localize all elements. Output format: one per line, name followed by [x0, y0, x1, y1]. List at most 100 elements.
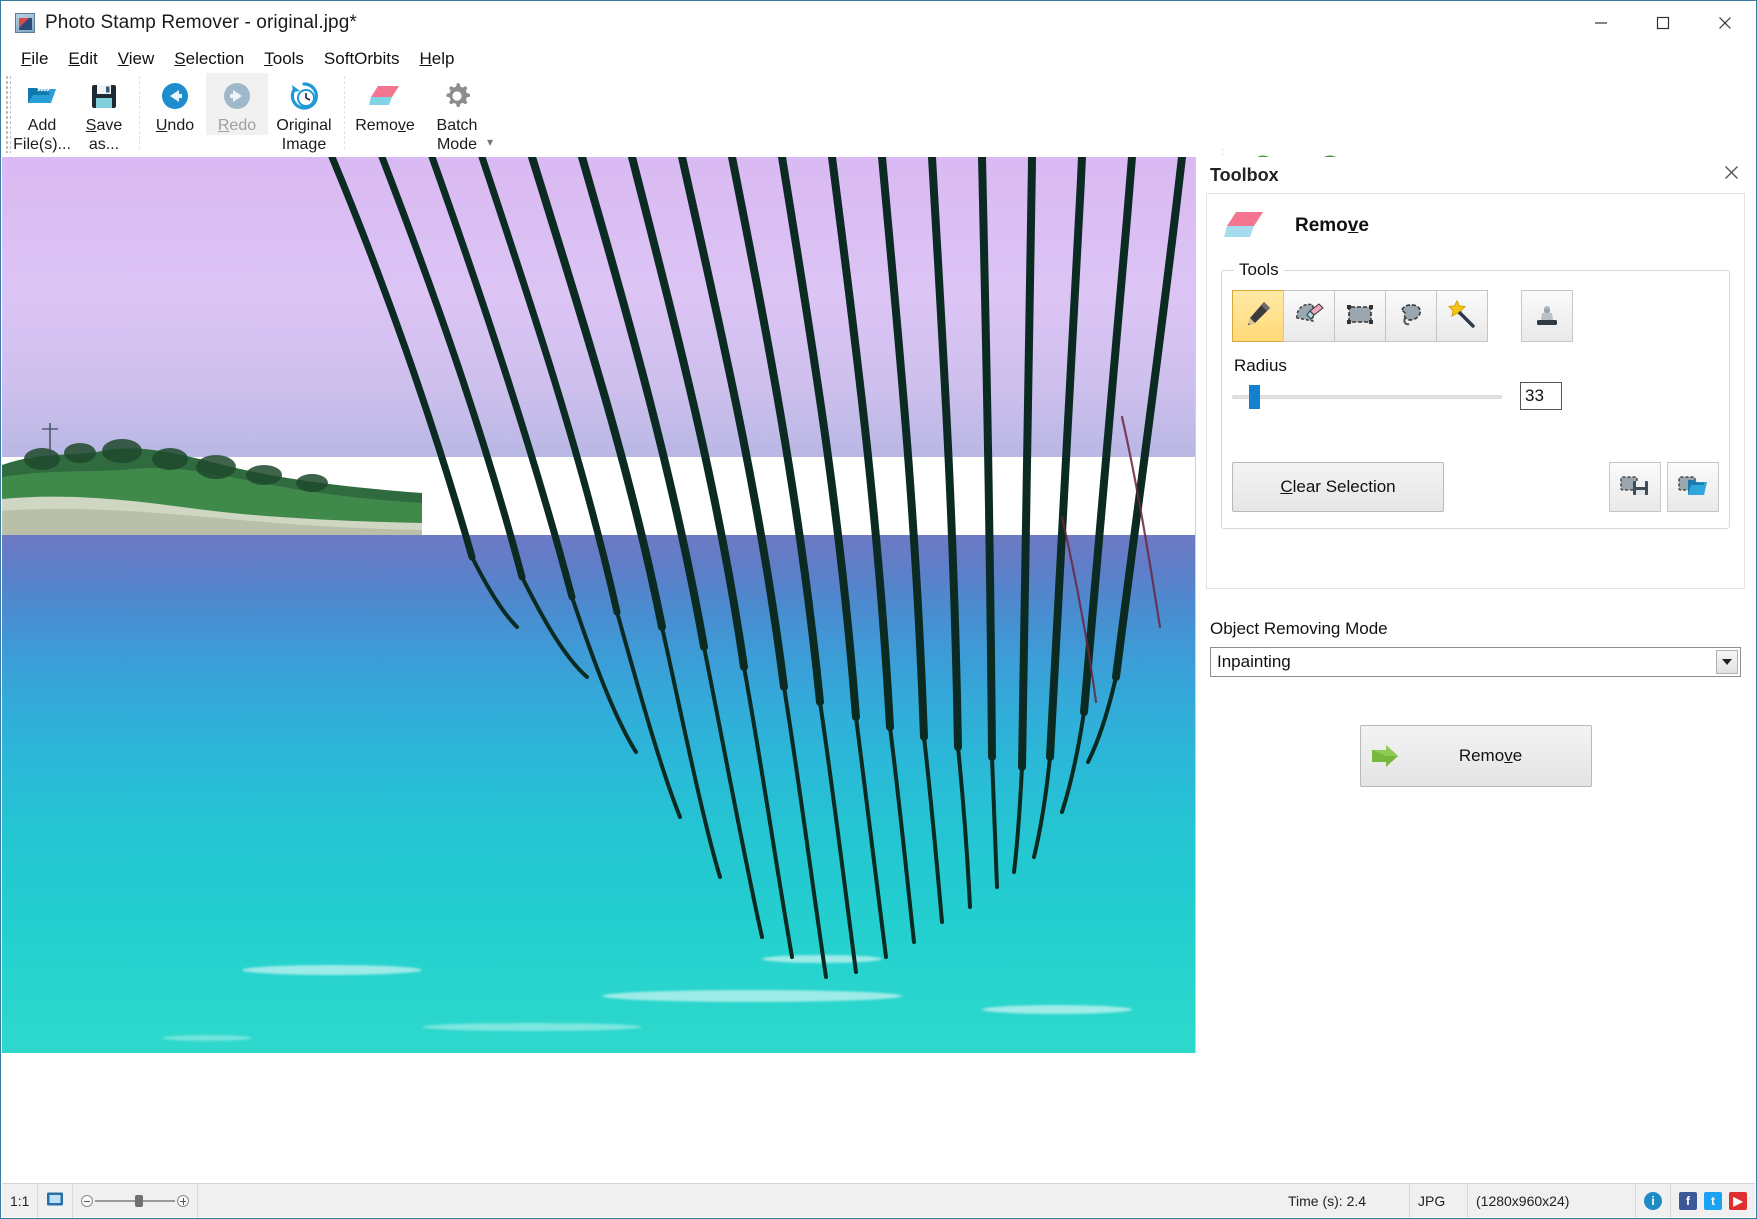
gear-icon: [442, 79, 472, 113]
remove-button[interactable]: Remove: [349, 73, 421, 135]
format-cell: JPG: [1410, 1183, 1468, 1218]
app-photo-icon: [15, 13, 35, 33]
remove-ribbon-label: Remove: [355, 117, 415, 134]
object-removing-mode-select[interactable]: Inpainting: [1210, 647, 1741, 677]
fit-to-window-icon: [46, 1191, 64, 1210]
original-image-button[interactable]: Original Image: [268, 73, 340, 154]
redo-button[interactable]: Redo: [206, 73, 268, 135]
menu-label-file-rest: ile: [31, 49, 49, 68]
menu-item-selection[interactable]: Selection: [164, 47, 254, 71]
zoom-slider-cell[interactable]: [73, 1183, 199, 1218]
zoom-slider-thumb[interactable]: [135, 1194, 144, 1207]
dimensions-cell: (1280x960x24): [1468, 1183, 1636, 1218]
zoom-ratio-cell[interactable]: 1:1: [2, 1183, 39, 1218]
tool-clone-stamp[interactable]: [1521, 290, 1573, 342]
menu-label-edit-rest: dit: [79, 49, 98, 68]
tools-grid: [1232, 290, 1488, 342]
radius-value-input[interactable]: 33: [1520, 382, 1562, 410]
fit-to-window-button[interactable]: [38, 1183, 74, 1218]
remove-action-row: Remove: [1196, 725, 1755, 787]
ribbon-overflow-icon[interactable]: ▾: [487, 135, 493, 149]
batch-mode-label: Batch Mode: [437, 116, 478, 154]
tool-eraser[interactable]: [1283, 290, 1335, 342]
menu-bar: File Edit View Selection Tools SoftOrbit…: [1, 45, 1756, 73]
add-files-button[interactable]: Add File(s)...: [11, 73, 73, 154]
object-removing-mode-label: Object Removing Mode: [1210, 619, 1388, 638]
format-label: JPG: [1418, 1192, 1446, 1209]
ribbon-toolbar: Add File(s)... Save as... Undo Redo Orig…: [1, 73, 1756, 225]
toolbox-header: Toolbox: [1196, 157, 1755, 193]
menu-item-edit[interactable]: Edit: [58, 47, 107, 71]
object-removing-mode-value: Inpainting: [1217, 652, 1291, 671]
image-canvas[interactable]: [2, 157, 1197, 1053]
tool-magic-wand[interactable]: [1436, 290, 1488, 342]
open-folder-icon: [25, 79, 59, 113]
zoom-in-icon[interactable]: [177, 1194, 190, 1207]
menu-label-help-rest: elp: [431, 49, 455, 68]
eraser-icon: [368, 79, 402, 113]
close-icon[interactable]: [1718, 163, 1745, 187]
radius-slider-thumb[interactable]: [1249, 385, 1260, 409]
toolbox-mode-row: Remove: [1207, 194, 1744, 250]
load-selection-icon: [1678, 472, 1708, 503]
tools-group-label: Tools: [1239, 260, 1279, 279]
maximize-icon[interactable]: [1632, 1, 1694, 45]
info-icon: i: [1644, 1191, 1662, 1210]
menu-item-file[interactable]: File: [11, 47, 58, 71]
batch-mode-line2: Mode: [436, 136, 477, 153]
menu-item-view[interactable]: View: [108, 47, 165, 71]
status-bar-spacer: [198, 1184, 1280, 1218]
toolbox-mode-label: Remove: [1295, 215, 1369, 236]
tool-pencil[interactable]: [1232, 290, 1284, 342]
title-bar: Photo Stamp Remover - original.jpg*: [1, 1, 1756, 45]
clear-selection-row: Clear Selection: [1232, 462, 1719, 512]
close-icon[interactable]: [1694, 1, 1756, 45]
batch-mode-button[interactable]: Batch Mode: [421, 73, 493, 154]
twitter-icon[interactable]: t: [1704, 1191, 1722, 1210]
minimize-icon[interactable]: [1570, 1, 1632, 45]
pencil-icon: [1242, 298, 1274, 335]
undo-label-rest: ndo: [167, 117, 195, 134]
toolbox-body: Remove Tools Radius 33 C lear Selection: [1206, 193, 1745, 589]
magic-wand-icon: [1446, 298, 1478, 335]
save-as-label: Save as...: [85, 117, 123, 153]
clone-stamp-icon: [1531, 298, 1563, 335]
menu-item-tools[interactable]: Tools: [254, 47, 314, 71]
time-cell: Time (s): 2.4: [1280, 1183, 1410, 1218]
redo-label: Redo: [217, 117, 257, 134]
youtube-icon[interactable]: ▶: [1729, 1191, 1747, 1210]
menu-item-help[interactable]: Help: [410, 47, 465, 71]
facebook-icon[interactable]: f: [1679, 1191, 1697, 1210]
eraser-brush-icon: [1293, 298, 1325, 335]
radius-slider[interactable]: [1232, 385, 1502, 409]
photo-palm-frond: [328, 157, 1186, 979]
load-selection-button[interactable]: [1667, 462, 1719, 512]
save-as-button[interactable]: Save as...: [73, 73, 135, 154]
original-image-label: Original Image: [276, 116, 331, 154]
window-title: Photo Stamp Remover - original.jpg*: [45, 12, 357, 33]
add-files-line1: Add: [27, 117, 57, 134]
zoom-ratio-label: 1:1: [10, 1192, 30, 1209]
info-button[interactable]: i: [1636, 1183, 1671, 1218]
menu-label-selection-rest: election: [185, 49, 245, 68]
clear-selection-label-rest: lear Selection: [1292, 477, 1396, 496]
menu-label-tools-rest: ools: [272, 49, 304, 68]
undo-button[interactable]: Undo: [144, 73, 206, 135]
add-files-label: Add File(s)...: [13, 116, 71, 154]
clear-selection-button[interactable]: Clear Selection: [1232, 462, 1444, 512]
menu-item-softorbits[interactable]: SoftOrbits: [314, 47, 410, 71]
photo-preview: [2, 157, 1197, 1053]
undo-label: Undo: [155, 117, 195, 134]
zoom-slider[interactable]: [81, 1192, 190, 1210]
time-label: Time (s): 2.4: [1288, 1192, 1367, 1209]
zoom-out-icon[interactable]: [81, 1194, 94, 1207]
window-controls: [1570, 1, 1756, 45]
tool-lasso[interactable]: [1385, 290, 1437, 342]
tool-rect-select[interactable]: [1334, 290, 1386, 342]
save-selection-button[interactable]: [1609, 462, 1661, 512]
application-window: Photo Stamp Remover - original.jpg* File…: [0, 0, 1757, 1219]
chevron-down-icon[interactable]: [1716, 650, 1738, 674]
toolbox-panel: Toolbox Remove Tools Radius 33 C lear Se…: [1195, 157, 1755, 1053]
add-files-line2: File(s)...: [13, 136, 71, 153]
remove-action-button[interactable]: Remove: [1359, 725, 1592, 787]
